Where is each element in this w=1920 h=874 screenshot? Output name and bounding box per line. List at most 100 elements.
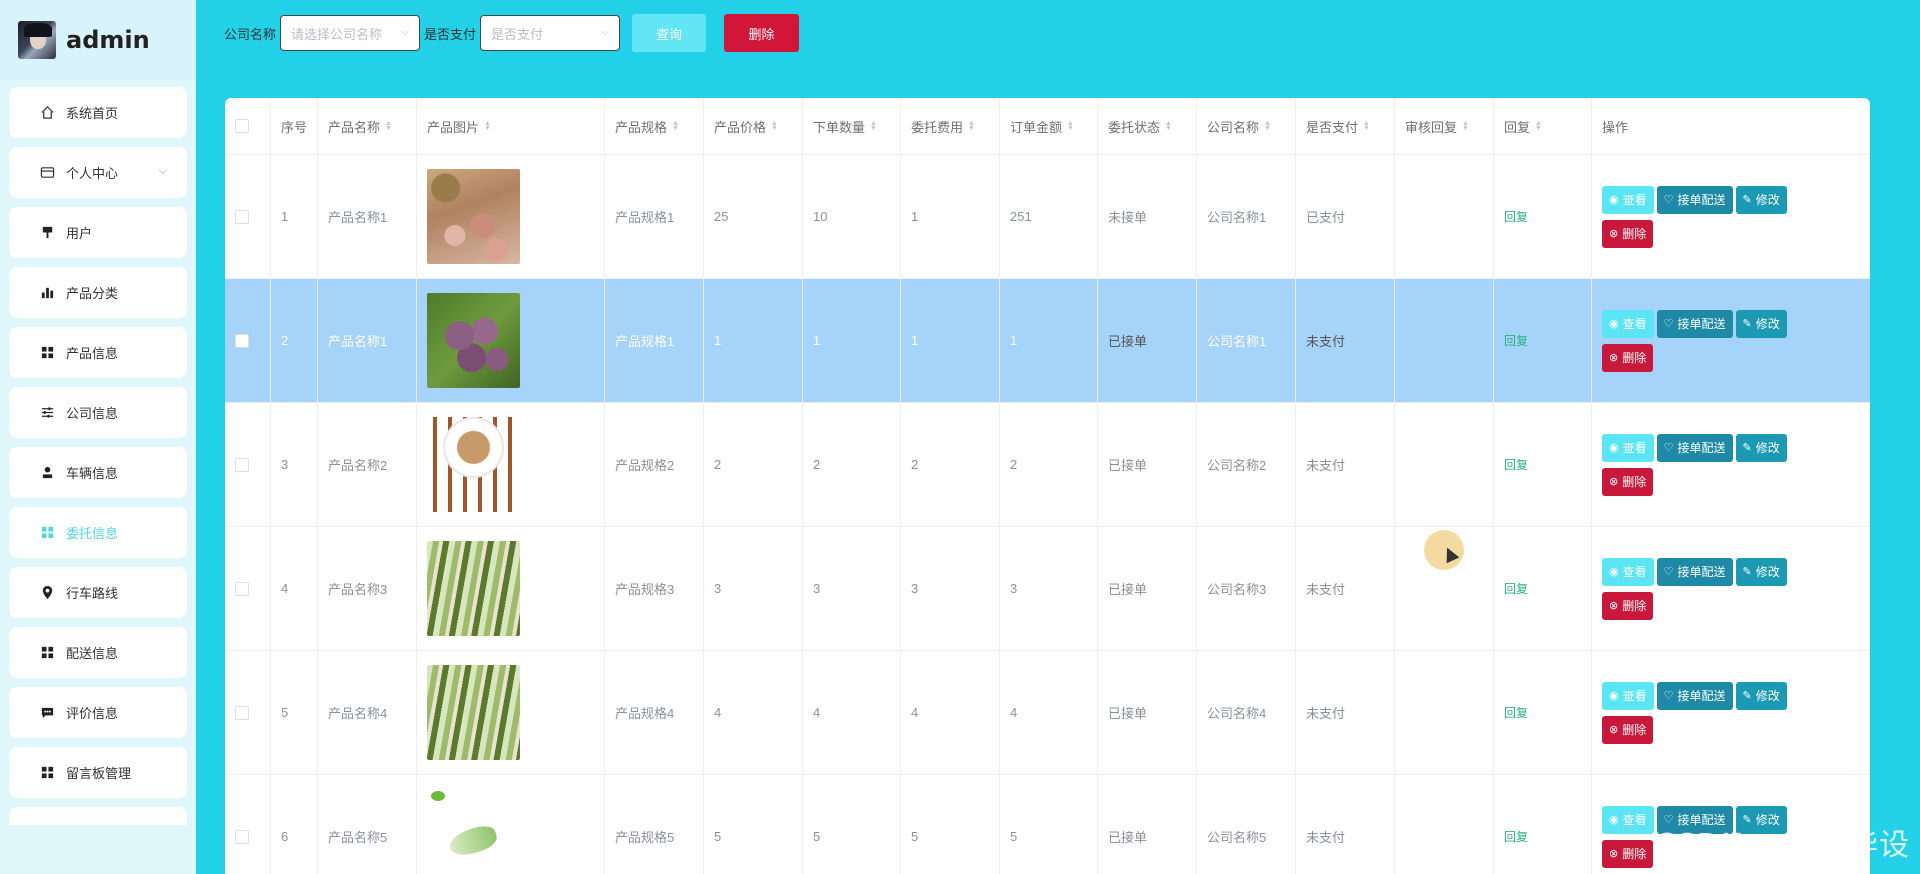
cell-paid: 未支付 [1296, 651, 1395, 774]
dispatch-button[interactable]: ♡ 接单配送 [1656, 557, 1733, 586]
column-header[interactable]: 产品图片 ▲ ▼ [417, 98, 605, 154]
query-button[interactable]: 查询 [632, 14, 707, 52]
sort-caret-icon[interactable]: ▲ ▼ [771, 120, 778, 132]
column-header-label: 是否支付 [1306, 119, 1359, 135]
product-image[interactable] [427, 417, 520, 512]
edit-button[interactable]: ✎ 修改 [1735, 681, 1787, 710]
view-button[interactable]: ◉ 查看 [1602, 681, 1654, 710]
cell-price: 5 [704, 775, 803, 874]
dispatch-button[interactable]: ♡ 接单配送 [1656, 185, 1733, 214]
edit-button[interactable]: ✎ 修改 [1735, 557, 1787, 586]
product-image[interactable] [427, 789, 520, 874]
batch-delete-button[interactable]: 删除 [724, 14, 800, 52]
sort-caret-icon[interactable]: ▲ ▼ [484, 120, 491, 132]
cell-price: 4 [704, 651, 803, 774]
column-header[interactable]: 下单数量 ▲ ▼ [803, 98, 901, 154]
row-checkbox[interactable] [235, 581, 249, 596]
sidebar-item[interactable]: 行车路线 [9, 567, 187, 618]
delete-button[interactable]: ⊗ 删除 [1602, 219, 1654, 248]
sidebar-item[interactable]: 评价信息 [9, 687, 187, 738]
table-row[interactable]: 2 产品名称1 产品规格1 1 1 1 1 已接单 公司名称1 未支付 回复 ◉ 查看 ♡ 接单配送 ✎ 修改 ⊗… [225, 279, 1870, 403]
sort-caret-icon[interactable]: ▲ ▼ [1165, 120, 1172, 132]
view-button[interactable]: ◉ 查看 [1602, 557, 1654, 586]
delete-button[interactable]: ⊗ 删除 [1602, 467, 1654, 496]
select-all-checkbox[interactable] [235, 119, 249, 133]
sort-caret-icon[interactable]: ▲ ▼ [672, 120, 679, 132]
table-row[interactable]: 4 产品名称3 产品规格3 3 3 3 3 已接单 公司名称3 未支付 回复 ◉ 查看 ♡ 接单配送 ✎ 修改 ⊗… [225, 527, 1870, 651]
row-checkbox[interactable] [235, 705, 249, 720]
sidebar-item[interactable]: 产品分类 [9, 267, 187, 318]
sort-caret-icon[interactable]: ▲ ▼ [1462, 120, 1469, 132]
table-row[interactable]: 1 产品名称1 产品规格1 25 10 1 251 未接单 公司名称1 已支付 回复 ◉ 查看 ♡ 接单配送… [225, 155, 1870, 279]
reply-link[interactable]: 回复 [1504, 580, 1528, 597]
table-row[interactable]: 3 产品名称2 产品规格2 2 2 2 2 已接单 公司名称2 未支付 回复 ◉ 查看 ♡ 接单配送 ✎ 修改 ⊗… [225, 403, 1870, 527]
delete-button[interactable]: ⊗ 删除 [1602, 715, 1654, 744]
sidebar-item[interactable]: 个人中心 ⌵ [9, 147, 187, 198]
edit-button[interactable]: ✎ 修改 [1735, 309, 1787, 338]
column-header[interactable]: 审核回复 ▲ ▼ [1395, 98, 1494, 154]
cell-fee: 3 [901, 527, 1000, 650]
row-checkbox[interactable] [235, 457, 249, 472]
edit-button[interactable]: ✎ 修改 [1735, 185, 1787, 214]
sidebar-item[interactable]: 公司信息 [9, 387, 187, 438]
column-header[interactable]: 委托费用 ▲ ▼ [901, 98, 1000, 154]
delete-button[interactable]: ⊗ 删除 [1602, 591, 1654, 620]
view-button[interactable]: ◉ 查看 [1602, 433, 1654, 462]
company-select[interactable]: 请选择公司名称 ⌵ [280, 15, 421, 51]
product-image[interactable] [427, 665, 520, 760]
view-button[interactable]: ◉ 查看 [1602, 309, 1654, 338]
table-row[interactable]: 5 产品名称4 产品规格4 4 4 4 4 已接单 公司名称4 未支付 回复 ◉ 查看 ♡ 接单配送 ✎ 修改 ⊗… [225, 651, 1870, 775]
row-checkbox[interactable] [235, 209, 249, 224]
delete-button[interactable]: ⊗ 删除 [1602, 839, 1654, 868]
product-image[interactable] [427, 293, 520, 388]
avatar[interactable] [18, 21, 56, 59]
column-header[interactable]: 产品规格 ▲ ▼ [605, 98, 704, 154]
table-row[interactable]: 6 产品名称5 产品规格5 5 5 5 5 已接单 公司名称5 未支付 回复 ◉ 查看 ♡ 接单配送 ✎ 修改 ⊗… [225, 775, 1870, 874]
dispatch-button[interactable]: ♡ 接单配送 [1656, 309, 1733, 338]
sort-caret-icon[interactable]: ▲ ▼ [1067, 120, 1074, 132]
column-header[interactable]: 产品价格 ▲ ▼ [704, 98, 803, 154]
edit-button[interactable]: ✎ 修改 [1735, 433, 1787, 462]
column-header[interactable]: 是否支付 ▲ ▼ [1296, 98, 1395, 154]
column-header[interactable]: 回复 ▲ ▼ [1494, 98, 1592, 154]
view-button[interactable]: ◉ 查看 [1602, 805, 1654, 834]
sort-caret-icon[interactable]: ▲ ▼ [385, 120, 392, 132]
sidebar-item[interactable]: 配送信息 [9, 627, 187, 678]
reply-link[interactable]: 回复 [1504, 704, 1528, 721]
view-button[interactable]: ◉ 查看 [1602, 185, 1654, 214]
sidebar-item[interactable]: 系统首页 [9, 87, 187, 138]
sidebar-item-partial[interactable] [9, 807, 187, 825]
reply-link[interactable]: 回复 [1504, 828, 1528, 845]
sort-caret-icon[interactable]: ▲ ▼ [1264, 120, 1271, 132]
column-header[interactable]: 订单金额 ▲ ▼ [1000, 98, 1098, 154]
sidebar-item[interactable]: 用户 [9, 207, 187, 258]
cell-product-name: 产品名称4 [318, 651, 417, 774]
sidebar-item[interactable]: 车辆信息 [9, 447, 187, 498]
product-image[interactable] [427, 169, 520, 264]
row-checkbox[interactable] [235, 829, 249, 844]
edit-button-label: 修改 [1755, 689, 1780, 703]
dispatch-button[interactable]: ♡ 接单配送 [1656, 681, 1733, 710]
sort-caret-icon[interactable]: ▲ ▼ [870, 120, 877, 132]
column-header[interactable]: 产品名称 ▲ ▼ [318, 98, 417, 154]
cell-text: 1 [911, 333, 919, 348]
sort-caret-icon[interactable]: ▲ ▼ [1535, 120, 1542, 132]
sidebar-item[interactable]: 委托信息 [9, 507, 187, 558]
row-checkbox[interactable] [235, 333, 249, 348]
reply-link[interactable]: 回复 [1504, 208, 1528, 225]
column-header[interactable]: 公司名称 ▲ ▼ [1197, 98, 1296, 154]
column-header[interactable]: 委托状态 ▲ ▼ [1098, 98, 1197, 154]
product-image[interactable] [427, 541, 520, 636]
paid-select[interactable]: 是否支付 ⌵ [480, 15, 621, 51]
reply-link[interactable]: 回复 [1504, 332, 1528, 349]
sort-caret-icon[interactable]: ▲ ▼ [968, 120, 975, 132]
delete-button[interactable]: ⊗ 删除 [1602, 343, 1654, 372]
sort-caret-icon[interactable]: ▲ ▼ [1363, 120, 1370, 132]
reply-cell: 回复 [1494, 775, 1592, 874]
sidebar-item[interactable]: 留言板管理 [9, 747, 187, 798]
cell-spec: 产品规格1 [605, 279, 704, 402]
cell-status: 已接单 [1098, 651, 1197, 774]
dispatch-button[interactable]: ♡ 接单配送 [1656, 433, 1733, 462]
reply-link[interactable]: 回复 [1504, 456, 1528, 473]
sidebar-item[interactable]: 产品信息 [9, 327, 187, 378]
